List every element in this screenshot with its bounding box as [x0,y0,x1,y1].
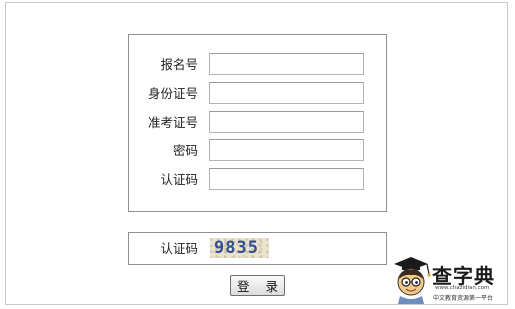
registration-number-label: 报名号 [160,57,198,72]
captcha-code-text: 9835 [214,238,259,258]
form-row-admission-ticket: 准考证号 [129,111,386,135]
watermark-logo: 查字典 www.chazidian.com 中文教育资源第一平台 [388,252,512,304]
mascot-icon [394,257,431,304]
watermark-slogan: 中文教育资源第一平台 [433,295,494,302]
captcha-image[interactable]: 9835 [210,238,269,258]
id-number-label: 身份证号 [147,86,198,101]
form-row-password: 密码 [129,139,386,163]
watermark-url: www.chazidian.com [435,285,490,291]
id-number-input[interactable] [209,82,364,104]
verification-code-label: 认证码 [160,172,198,187]
admission-ticket-input[interactable] [209,111,364,133]
registration-number-input[interactable] [209,53,364,75]
verification-code-input[interactable] [209,168,364,190]
password-label: 密码 [172,143,198,158]
password-input[interactable] [209,139,364,161]
admission-ticket-label: 准考证号 [147,115,198,130]
captcha-panel: 认证码 9835 [128,232,387,265]
form-row-id-number: 身份证号 [129,82,386,106]
form-row-verification-code: 认证码 [129,168,386,192]
captcha-label: 认证码 [160,241,198,256]
form-row-registration-number: 报名号 [129,53,386,77]
login-form-panel: 报名号 身份证号 准考证号 密码 认证码 [128,34,387,212]
login-button[interactable]: 登 录 [230,275,285,296]
